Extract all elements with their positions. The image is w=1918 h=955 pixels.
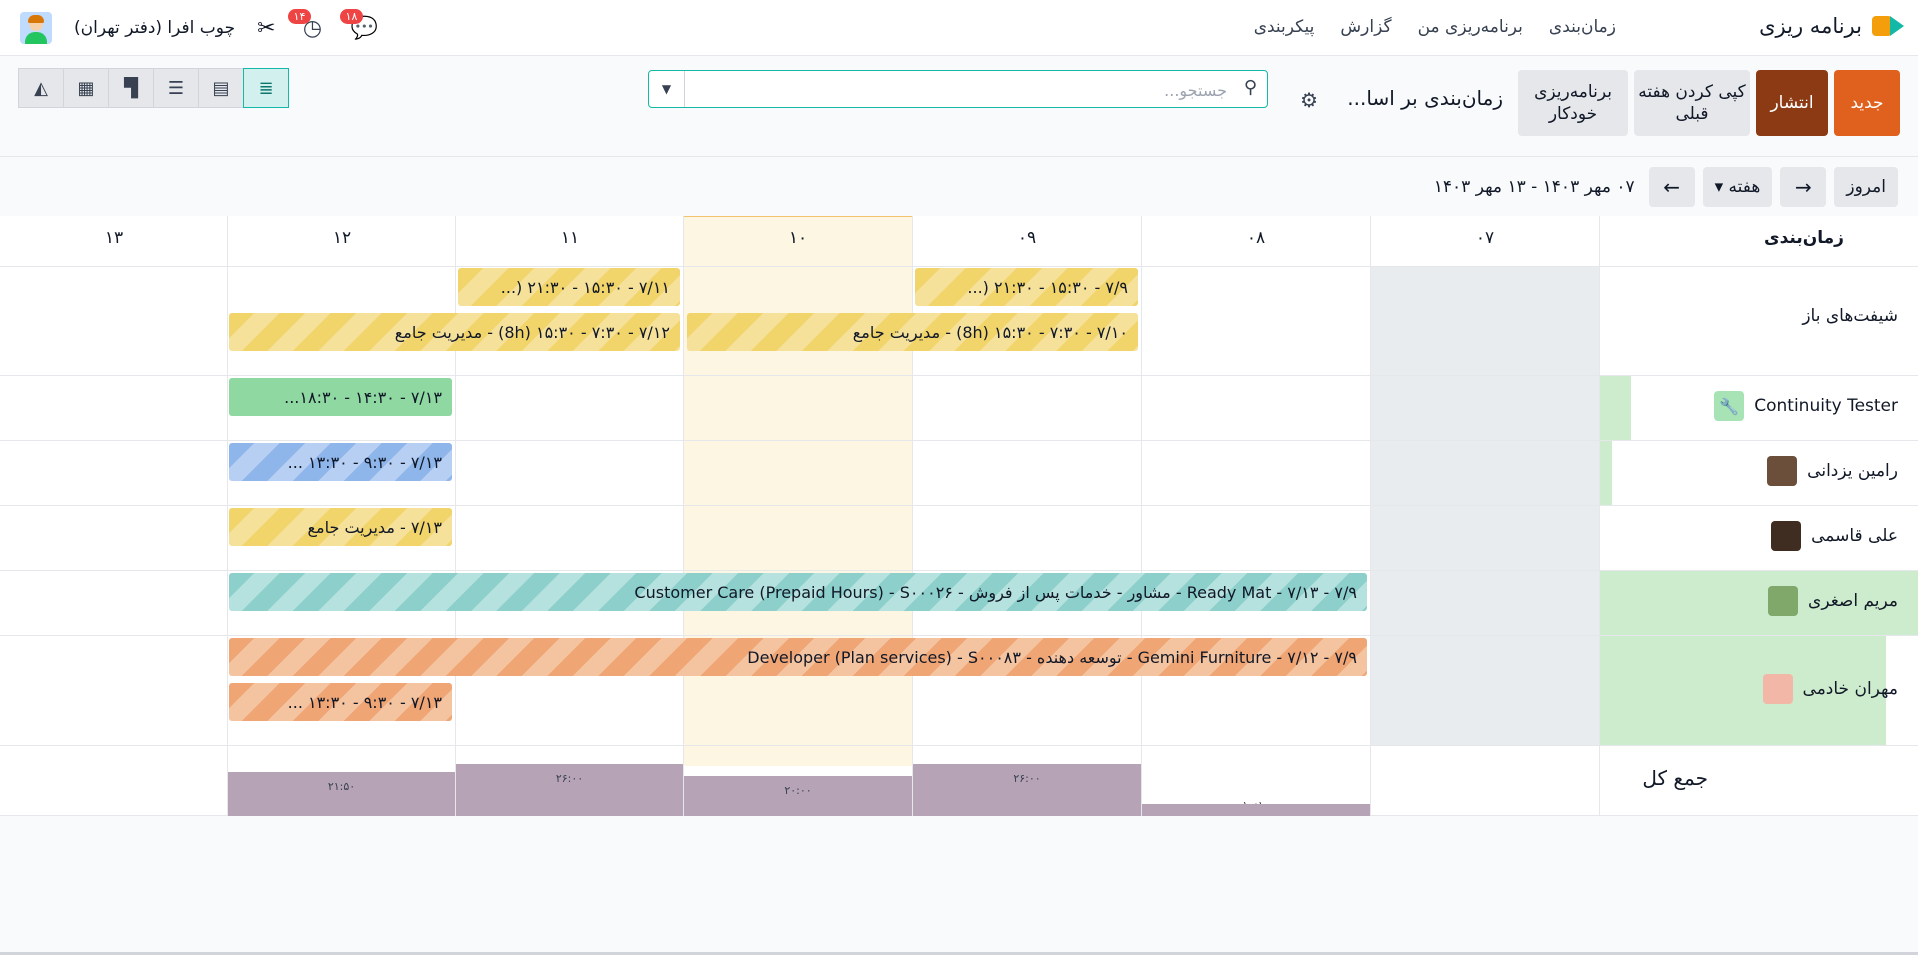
app-brand[interactable]: برنامه ریزی	[1759, 10, 1904, 42]
day-header: ۱۳	[104, 228, 124, 248]
search-input[interactable]	[687, 77, 1227, 103]
row-label: رامین یزدانی	[1807, 461, 1898, 481]
grid-col	[227, 216, 228, 816]
search-icon[interactable]: ⚲	[1244, 77, 1257, 98]
day-header: ۰۹	[1017, 228, 1037, 248]
copy-previous-week-button[interactable]: کپی کردن هفته قبلی	[1634, 70, 1750, 136]
day-header: ۰۷	[1475, 228, 1495, 248]
new-button[interactable]: جدید	[1834, 70, 1900, 136]
day-header: ۱۲	[332, 228, 352, 248]
row-mehran[interactable]: مهران خادمی	[1762, 674, 1898, 704]
row-continuity-tester[interactable]: Continuity Tester 🔧	[1714, 391, 1898, 421]
tools-icon[interactable]: ✂	[257, 16, 275, 41]
auto-plan-button[interactable]: برنامه‌ریزی خودکار	[1518, 70, 1628, 136]
grid-row	[0, 440, 1918, 441]
shift-pill[interactable]: ۷/۱۳ - ۹:۳۰ - ۱۳:۳۰ ...	[229, 443, 452, 481]
menu-item-reporting[interactable]: گزارش	[1340, 17, 1391, 37]
total-bar: ۲۶:۰۰	[913, 764, 1141, 816]
row-open-shifts[interactable]: شیفت‌های باز	[1802, 306, 1898, 326]
total-bar: ۲۱:۵۰	[228, 772, 455, 816]
scale-label: هفته	[1728, 177, 1761, 197]
grid-col	[683, 216, 684, 816]
grid-col	[455, 216, 456, 816]
scale-dropdown[interactable]: هفته ▾	[1702, 167, 1773, 207]
grid-col	[1141, 216, 1142, 816]
gantt-chart: زمان‌بندی ۰۷ ۰۸ ۰۹ ۱۰ ۱۱ ۱۲ ۱۳ شیفت‌های …	[0, 216, 1918, 816]
menu-item-schedule[interactable]: زمان‌بندی	[1549, 17, 1616, 37]
row-ramin[interactable]: رامین یزدانی	[1767, 456, 1898, 486]
gantt-toolbar: امروز → هفته ▾ ← ۰۷ مهر ۱۴۰۳ - ۱۳ مهر ۱۴…	[1434, 167, 1898, 207]
wrench-icon: 🔧	[1714, 391, 1745, 421]
today-button[interactable]: امروز	[1834, 167, 1898, 207]
shift-pill[interactable]: ۷/۱۳ - ۱۴:۳۰ - ۱۸:۳۰...	[229, 378, 452, 416]
publish-button[interactable]: انتشار	[1756, 70, 1828, 136]
total-bar-fill	[1142, 804, 1370, 816]
user-avatar[interactable]	[20, 12, 52, 44]
top-navbar: برنامه ریزی زمان‌بندی برنامه‌ریزی من گزا…	[0, 0, 1918, 56]
shift-pill[interactable]: ۷/۱۰ - ۷:۳۰ - ۱۵:۳۰ (8h) - مدیریت جامع	[687, 313, 1138, 351]
row-label: علی قاسمی	[1811, 526, 1898, 546]
date-range: ۰۷ مهر ۱۴۰۳ - ۱۳ مهر ۱۴۰۳	[1433, 177, 1635, 197]
avatar	[1771, 521, 1802, 551]
shift-pill[interactable]: ۷/۹ - ۷/۱۳ - Ready Mat - مشاور - خدمات پ…	[229, 573, 1367, 611]
shift-pill[interactable]: ۷/۱۲ - ۷:۳۰ - ۱۵:۳۰ (8h) - مدیریت جامع	[229, 313, 680, 351]
row-label: شیفت‌های باز	[1802, 306, 1898, 326]
panel-divider	[0, 156, 1918, 157]
total-bar: ۲۶:۰۰	[456, 764, 683, 816]
previous-arrow-icon[interactable]: ←	[1648, 167, 1695, 207]
pivot-view-icon[interactable]: ▦	[63, 68, 109, 108]
day-header: ۰۸	[1246, 228, 1266, 248]
activity-clock-icon[interactable]: ◷ ۱۴	[287, 9, 328, 43]
shift-pill[interactable]: ۷/۹ - ۷/۱۲ - Gemini Furniture - توسعه ده…	[229, 638, 1367, 676]
menu-item-my-planning[interactable]: برنامه‌ریزی من	[1418, 17, 1523, 37]
view-switcher: ◭ ▦ ▜ ☰ ▤ ≣	[18, 68, 289, 108]
calendar-view-icon[interactable]: ▤	[198, 68, 244, 108]
menu-item-configuration[interactable]: پیکربندی	[1254, 17, 1315, 37]
row-maryam[interactable]: مریم اصغری	[1768, 586, 1898, 616]
avatar	[1762, 674, 1793, 704]
grid-col	[1370, 216, 1371, 816]
kanban-view-icon[interactable]: ▜	[108, 68, 154, 108]
shift-pill[interactable]: ۷/۹ - ۱۵:۳۰ - ۲۱:۳۰ (...	[915, 268, 1138, 306]
next-arrow-icon[interactable]: →	[1780, 167, 1827, 207]
total-bar: ۲۰:۰۰	[684, 776, 912, 816]
grid-row	[0, 266, 1918, 267]
planning-app-icon	[1872, 10, 1904, 42]
gantt-header-title: زمان‌بندی	[1764, 228, 1844, 248]
search-bar: ⚲ ▼	[648, 70, 1268, 108]
activities-badge: ۱۴	[287, 9, 312, 24]
shift-pill[interactable]: ۷/۱۳ - مدیریت جامع	[229, 508, 452, 546]
allocation-bar	[1600, 441, 1612, 505]
shift-pill[interactable]: ۷/۱۱ - ۱۵:۳۰ - ۲۱:۳۰ (...	[458, 268, 680, 306]
row-label: مریم اصغری	[1808, 591, 1898, 611]
search-options-toggle[interactable]: ▼	[649, 71, 685, 107]
total-bar: ۱۰:۱۰	[1142, 795, 1370, 816]
day-header: ۱۰	[788, 228, 808, 248]
avatar	[1767, 456, 1798, 486]
grid-row	[0, 745, 1918, 746]
past-day-shade	[1371, 266, 1599, 746]
systray: چوب افرا (دفتر تهران) ✂ ◷ ۱۴ 💬 ۱۸	[20, 9, 380, 44]
gear-icon[interactable]: ⚙	[1300, 88, 1318, 112]
row-label: Continuity Tester	[1754, 396, 1898, 416]
grid-col	[912, 216, 913, 816]
day-header: ۱۱	[560, 228, 580, 248]
total-row-label: جمع کل	[1642, 766, 1708, 790]
messages-badge: ۱۸	[339, 9, 364, 24]
company-switcher[interactable]: چوب افرا (دفتر تهران)	[74, 18, 235, 38]
graph-view-icon[interactable]: ◭	[18, 68, 64, 108]
chat-bubbles-icon[interactable]: 💬 ۱۸	[339, 9, 380, 43]
list-view-icon[interactable]: ☰	[153, 68, 199, 108]
app-title: برنامه ریزی	[1759, 14, 1862, 38]
grid-row	[0, 505, 1918, 506]
today-column-highlight	[683, 216, 913, 766]
row-label: مهران خادمی	[1802, 679, 1898, 699]
row-ali[interactable]: علی قاسمی	[1771, 521, 1898, 551]
avatar	[1768, 586, 1799, 616]
main-menu: زمان‌بندی برنامه‌ریزی من گزارش پیکربندی	[1254, 17, 1616, 37]
gantt-view-icon[interactable]: ≣	[243, 68, 289, 108]
shift-pill[interactable]: ۷/۱۳ - ۹:۳۰ - ۱۳:۳۰ ...	[229, 683, 452, 721]
allocation-bar	[1600, 376, 1631, 440]
view-title: زمان‌بندی بر اسا...	[1347, 86, 1503, 110]
